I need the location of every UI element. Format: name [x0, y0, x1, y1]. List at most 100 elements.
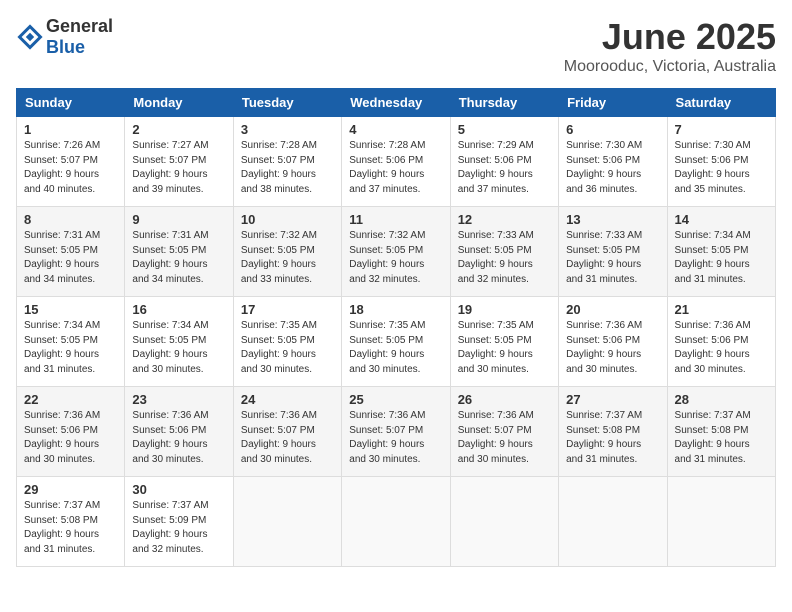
day-number: 11 [349, 212, 442, 227]
table-row: 26 Sunrise: 7:36 AM Sunset: 5:07 PM Dayl… [450, 387, 558, 477]
table-row [667, 477, 775, 567]
table-row: 12 Sunrise: 7:33 AM Sunset: 5:05 PM Dayl… [450, 207, 558, 297]
cell-content: Sunrise: 7:34 AM Sunset: 5:05 PM Dayligh… [675, 229, 768, 287]
cell-content: Sunrise: 7:31 AM Sunset: 5:05 PM Dayligh… [24, 229, 117, 287]
day-number: 2 [132, 122, 225, 137]
col-thursday: Thursday [450, 89, 558, 117]
table-row: 8 Sunrise: 7:31 AM Sunset: 5:05 PM Dayli… [17, 207, 125, 297]
cell-content: Sunrise: 7:29 AM Sunset: 5:06 PM Dayligh… [458, 139, 551, 197]
cell-content: Sunrise: 7:27 AM Sunset: 5:07 PM Dayligh… [132, 139, 225, 197]
cell-content: Sunrise: 7:33 AM Sunset: 5:05 PM Dayligh… [566, 229, 659, 287]
col-saturday: Saturday [667, 89, 775, 117]
day-number: 23 [132, 392, 225, 407]
day-number: 15 [24, 302, 117, 317]
table-row: 24 Sunrise: 7:36 AM Sunset: 5:07 PM Dayl… [233, 387, 341, 477]
table-row: 22 Sunrise: 7:36 AM Sunset: 5:06 PM Dayl… [17, 387, 125, 477]
day-number: 25 [349, 392, 442, 407]
col-sunday: Sunday [17, 89, 125, 117]
col-wednesday: Wednesday [342, 89, 450, 117]
logo: General Blue [16, 16, 113, 58]
cell-content: Sunrise: 7:35 AM Sunset: 5:05 PM Dayligh… [241, 319, 334, 377]
table-row: 21 Sunrise: 7:36 AM Sunset: 5:06 PM Dayl… [667, 297, 775, 387]
day-number: 1 [24, 122, 117, 137]
calendar-row-1: 8 Sunrise: 7:31 AM Sunset: 5:05 PM Dayli… [17, 207, 776, 297]
cell-content: Sunrise: 7:37 AM Sunset: 5:08 PM Dayligh… [675, 409, 768, 467]
location-title: Moorooduc, Victoria, Australia [564, 58, 776, 76]
calendar-row-0: 1 Sunrise: 7:26 AM Sunset: 5:07 PM Dayli… [17, 117, 776, 207]
day-number: 21 [675, 302, 768, 317]
day-number: 20 [566, 302, 659, 317]
cell-content: Sunrise: 7:32 AM Sunset: 5:05 PM Dayligh… [241, 229, 334, 287]
logo-general: General [46, 16, 113, 36]
day-number: 16 [132, 302, 225, 317]
table-row: 4 Sunrise: 7:28 AM Sunset: 5:06 PM Dayli… [342, 117, 450, 207]
cell-content: Sunrise: 7:30 AM Sunset: 5:06 PM Dayligh… [566, 139, 659, 197]
cell-content: Sunrise: 7:33 AM Sunset: 5:05 PM Dayligh… [458, 229, 551, 287]
cell-content: Sunrise: 7:36 AM Sunset: 5:06 PM Dayligh… [132, 409, 225, 467]
cell-content: Sunrise: 7:36 AM Sunset: 5:06 PM Dayligh… [566, 319, 659, 377]
day-number: 26 [458, 392, 551, 407]
day-number: 13 [566, 212, 659, 227]
calendar-row-2: 15 Sunrise: 7:34 AM Sunset: 5:05 PM Dayl… [17, 297, 776, 387]
table-row: 10 Sunrise: 7:32 AM Sunset: 5:05 PM Dayl… [233, 207, 341, 297]
day-number: 30 [132, 482, 225, 497]
table-row: 27 Sunrise: 7:37 AM Sunset: 5:08 PM Dayl… [559, 387, 667, 477]
table-row: 3 Sunrise: 7:28 AM Sunset: 5:07 PM Dayli… [233, 117, 341, 207]
table-row [450, 477, 558, 567]
table-row: 18 Sunrise: 7:35 AM Sunset: 5:05 PM Dayl… [342, 297, 450, 387]
cell-content: Sunrise: 7:28 AM Sunset: 5:06 PM Dayligh… [349, 139, 442, 197]
day-number: 8 [24, 212, 117, 227]
month-title: June 2025 [564, 16, 776, 58]
cell-content: Sunrise: 7:36 AM Sunset: 5:06 PM Dayligh… [24, 409, 117, 467]
table-row: 2 Sunrise: 7:27 AM Sunset: 5:07 PM Dayli… [125, 117, 233, 207]
calendar-row-4: 29 Sunrise: 7:37 AM Sunset: 5:08 PM Dayl… [17, 477, 776, 567]
day-number: 9 [132, 212, 225, 227]
table-row: 17 Sunrise: 7:35 AM Sunset: 5:05 PM Dayl… [233, 297, 341, 387]
day-number: 12 [458, 212, 551, 227]
table-row [233, 477, 341, 567]
logo-icon [16, 23, 44, 51]
day-number: 24 [241, 392, 334, 407]
day-number: 27 [566, 392, 659, 407]
day-number: 3 [241, 122, 334, 137]
cell-content: Sunrise: 7:36 AM Sunset: 5:07 PM Dayligh… [349, 409, 442, 467]
table-row: 15 Sunrise: 7:34 AM Sunset: 5:05 PM Dayl… [17, 297, 125, 387]
cell-content: Sunrise: 7:34 AM Sunset: 5:05 PM Dayligh… [132, 319, 225, 377]
table-row: 30 Sunrise: 7:37 AM Sunset: 5:09 PM Dayl… [125, 477, 233, 567]
cell-content: Sunrise: 7:30 AM Sunset: 5:06 PM Dayligh… [675, 139, 768, 197]
cell-content: Sunrise: 7:36 AM Sunset: 5:07 PM Dayligh… [241, 409, 334, 467]
day-number: 29 [24, 482, 117, 497]
table-row: 28 Sunrise: 7:37 AM Sunset: 5:08 PM Dayl… [667, 387, 775, 477]
logo-blue: Blue [46, 37, 85, 57]
day-number: 14 [675, 212, 768, 227]
table-row: 25 Sunrise: 7:36 AM Sunset: 5:07 PM Dayl… [342, 387, 450, 477]
table-row: 13 Sunrise: 7:33 AM Sunset: 5:05 PM Dayl… [559, 207, 667, 297]
header-row: Sunday Monday Tuesday Wednesday Thursday… [17, 89, 776, 117]
cell-content: Sunrise: 7:32 AM Sunset: 5:05 PM Dayligh… [349, 229, 442, 287]
table-row: 9 Sunrise: 7:31 AM Sunset: 5:05 PM Dayli… [125, 207, 233, 297]
table-row: 14 Sunrise: 7:34 AM Sunset: 5:05 PM Dayl… [667, 207, 775, 297]
cell-content: Sunrise: 7:34 AM Sunset: 5:05 PM Dayligh… [24, 319, 117, 377]
table-row: 11 Sunrise: 7:32 AM Sunset: 5:05 PM Dayl… [342, 207, 450, 297]
day-number: 28 [675, 392, 768, 407]
table-row [559, 477, 667, 567]
cell-content: Sunrise: 7:36 AM Sunset: 5:06 PM Dayligh… [675, 319, 768, 377]
cell-content: Sunrise: 7:37 AM Sunset: 5:09 PM Dayligh… [132, 499, 225, 557]
table-row: 7 Sunrise: 7:30 AM Sunset: 5:06 PM Dayli… [667, 117, 775, 207]
cell-content: Sunrise: 7:37 AM Sunset: 5:08 PM Dayligh… [24, 499, 117, 557]
table-row: 20 Sunrise: 7:36 AM Sunset: 5:06 PM Dayl… [559, 297, 667, 387]
cell-content: Sunrise: 7:28 AM Sunset: 5:07 PM Dayligh… [241, 139, 334, 197]
day-number: 6 [566, 122, 659, 137]
cell-content: Sunrise: 7:26 AM Sunset: 5:07 PM Dayligh… [24, 139, 117, 197]
title-area: June 2025 Moorooduc, Victoria, Australia [564, 16, 776, 76]
day-number: 7 [675, 122, 768, 137]
day-number: 19 [458, 302, 551, 317]
day-number: 5 [458, 122, 551, 137]
day-number: 10 [241, 212, 334, 227]
table-row: 1 Sunrise: 7:26 AM Sunset: 5:07 PM Dayli… [17, 117, 125, 207]
cell-content: Sunrise: 7:36 AM Sunset: 5:07 PM Dayligh… [458, 409, 551, 467]
calendar-table: Sunday Monday Tuesday Wednesday Thursday… [16, 88, 776, 567]
col-friday: Friday [559, 89, 667, 117]
table-row: 23 Sunrise: 7:36 AM Sunset: 5:06 PM Dayl… [125, 387, 233, 477]
header: General Blue June 2025 Moorooduc, Victor… [16, 16, 776, 76]
